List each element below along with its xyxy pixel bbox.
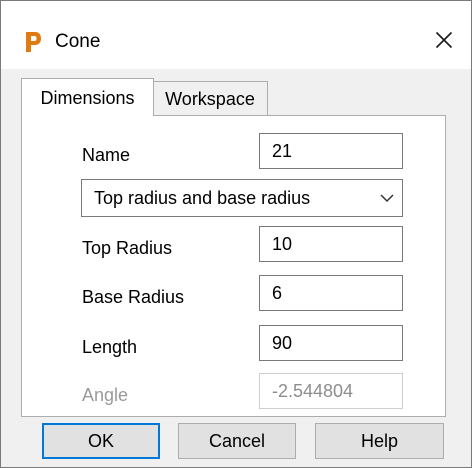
close-button[interactable] <box>427 23 461 57</box>
length-label: Length <box>82 337 138 357</box>
cancel-button[interactable]: Cancel <box>178 423 296 459</box>
radius-mode-dropdown[interactable]: Top radius and base radius <box>81 179 403 217</box>
tab-workspace[interactable]: Workspace <box>153 81 268 115</box>
name-field[interactable]: 21 <box>259 133 403 169</box>
top-radius-label: Top Radius <box>82 238 173 258</box>
ok-button[interactable]: OK <box>42 423 160 459</box>
dropdown-selected-value: Top radius and base radius <box>94 188 311 208</box>
base-radius-label: Base Radius <box>82 287 185 307</box>
app-logo-icon <box>22 30 44 54</box>
chevron-down-icon <box>380 194 394 203</box>
angle-field: -2.544804 <box>259 373 403 409</box>
help-button[interactable]: Help <box>315 423 444 459</box>
dialog-title: Cone <box>55 31 101 52</box>
cone-dialog: Cone Dimensions Workspace Name 21 Top ra… <box>0 0 472 468</box>
tab-dimensions[interactable]: Dimensions <box>21 78 154 116</box>
base-radius-field[interactable]: 6 <box>259 275 403 311</box>
angle-label: Angle <box>82 385 129 405</box>
close-icon <box>435 31 453 49</box>
name-label: Name <box>82 145 131 165</box>
length-field[interactable]: 90 <box>259 325 403 361</box>
title-bar: Cone <box>1 1 471 69</box>
top-radius-field[interactable]: 10 <box>259 226 403 262</box>
